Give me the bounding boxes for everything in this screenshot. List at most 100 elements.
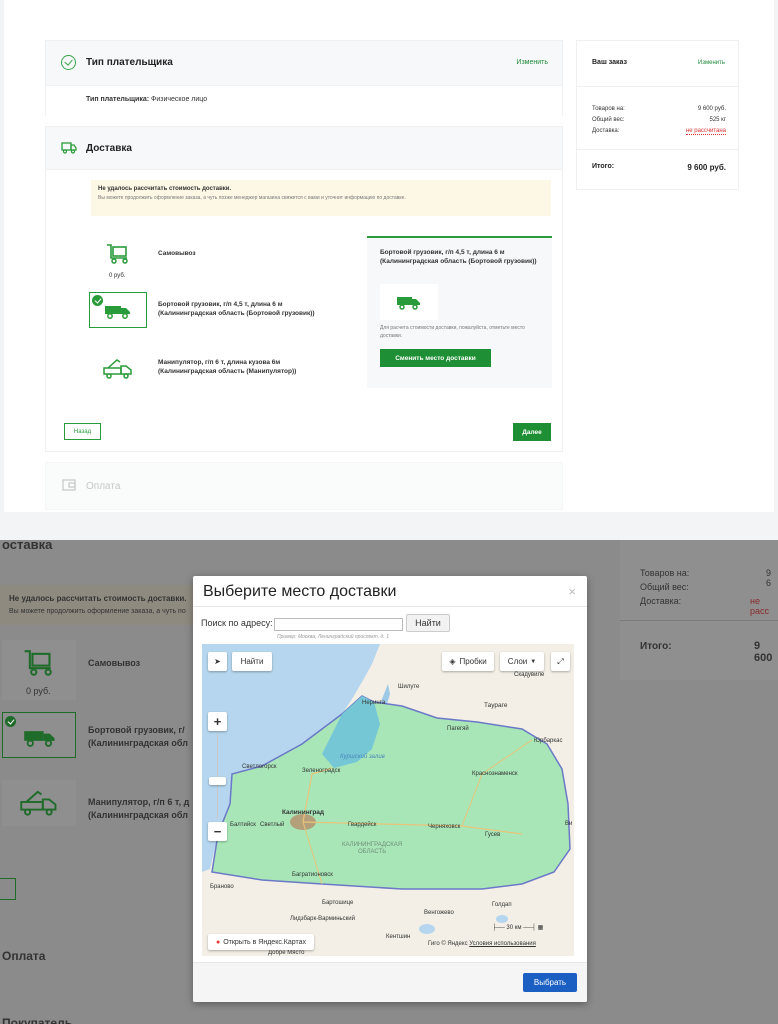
modal-footer: Выбрать bbox=[193, 962, 587, 1002]
next-button[interactable]: Далее bbox=[513, 423, 551, 441]
order-title: Ваш заказ bbox=[592, 59, 627, 66]
zoom-out-button[interactable]: − bbox=[208, 822, 227, 841]
map-copyright: Гиго © Яндекс Условия использования bbox=[428, 941, 536, 947]
bg-back-button bbox=[0, 878, 16, 900]
payer-edit-link[interactable]: Изменить bbox=[516, 59, 548, 66]
detail-truck-box bbox=[380, 284, 438, 320]
layers-label: Слои bbox=[507, 657, 528, 666]
order-row-label: Доставка: bbox=[592, 128, 620, 134]
map-pin-icon: ● bbox=[215, 938, 221, 946]
open-yandex-maps-link[interactable]: ● Открыть в Яндекс.Картах bbox=[208, 934, 314, 950]
map-find-button[interactable]: Найти bbox=[232, 652, 272, 671]
terms-link[interactable]: Условия использования bbox=[469, 941, 536, 947]
back-button[interactable]: Назад bbox=[64, 423, 101, 440]
detail-title: Бортовой грузовик, г/п 4,5 т, длина 6 м … bbox=[380, 249, 537, 265]
bg-warning: Не удалось рассчитать стоимость доставки… bbox=[0, 585, 200, 625]
order-summary-card: Ваш заказ Изменить Товаров на: 9 600 руб… bbox=[576, 40, 739, 190]
bg-order-goods-value: 9 6 bbox=[766, 568, 772, 588]
delivery-section-body: Не удалось рассчитать стоимость доставки… bbox=[45, 170, 563, 452]
map-canvas bbox=[202, 644, 571, 934]
order-row-weight: Общий вес: 525 кг bbox=[592, 117, 726, 123]
map-layers-button[interactable]: Слои ▼ bbox=[500, 652, 544, 671]
pickup-label: Самовывоз bbox=[158, 250, 196, 257]
order-total-label: Итого: bbox=[592, 163, 615, 170]
open-yandex-label: Открыть в Яндекс.Картах bbox=[223, 938, 307, 946]
traffic-light-icon: ◈ bbox=[449, 657, 456, 666]
copyright-label: Гиго © Яндекс bbox=[428, 941, 468, 947]
map-scale: ├── 30 км ──┤ ▦ bbox=[492, 924, 543, 931]
scale-bar-icon: ├── bbox=[492, 925, 507, 931]
crane-label-line1: Манипулятор, г/п 6 т, длина кузова 6м bbox=[158, 359, 281, 366]
flatbed-label-line1: Бортовой грузовик, г/п 4,5 т, длина 6 м bbox=[158, 301, 283, 308]
bg-truck-label: Бортовой грузовик, г/ (Калининградская о… bbox=[88, 724, 188, 750]
bg-order-card: Товаров на: 9 6 Общий вес: Доставка: не … bbox=[620, 540, 778, 680]
payer-section-header: Тип плательщика Изменить bbox=[45, 40, 563, 86]
zoom-slider-handle[interactable] bbox=[209, 777, 226, 785]
bg-selected-check-icon bbox=[5, 716, 16, 727]
region-label: КАЛИНИНГРАДСКАЯ ОБЛАСТЬ bbox=[342, 842, 403, 855]
address-search-button[interactable]: Найти bbox=[406, 614, 450, 632]
payer-section-title: Тип плательщика bbox=[86, 57, 173, 68]
place-label: Скадувиле bbox=[514, 672, 545, 678]
delivery-option-pickup[interactable] bbox=[89, 236, 147, 272]
chevron-down-icon: ▼ bbox=[530, 658, 537, 665]
bg-order-delivery-value: не расс bbox=[750, 596, 770, 616]
delivery-location-modal: Выберите место доставки × Поиск по адрес… bbox=[193, 576, 587, 1002]
delivery-section-title: Доставка bbox=[86, 143, 132, 154]
cart-icon bbox=[24, 650, 52, 676]
order-edit-link[interactable]: Изменить bbox=[698, 60, 725, 66]
truck-icon bbox=[24, 731, 55, 747]
payment-section-header[interactable]: Оплата bbox=[45, 462, 563, 510]
place-label: Балтийск bbox=[230, 822, 256, 828]
delivery-section-header: Доставка bbox=[45, 126, 563, 170]
payment-section-title: Оплата bbox=[86, 481, 121, 492]
yandex-map[interactable]: ➤ Найти ◈ Пробки Слои ▼ ⤢ + − Скадувиле … bbox=[202, 644, 574, 956]
water-label: Куршский залив bbox=[340, 754, 385, 760]
address-search-label: Поиск по адресу: bbox=[201, 618, 273, 628]
place-label: Шилуте bbox=[398, 684, 420, 690]
bg-pickup-label: Самовывоз bbox=[88, 658, 141, 668]
ruler-icon: ──┤ ▦ bbox=[523, 925, 544, 931]
order-row-value: не рассчитана bbox=[685, 128, 726, 135]
order-total-value: 9 600 руб. bbox=[687, 163, 726, 172]
check-circle-icon bbox=[61, 55, 76, 70]
place-label: Юрбаркас bbox=[534, 738, 563, 744]
delivery-option-crane-truck[interactable] bbox=[89, 350, 147, 386]
order-total: Итого: 9 600 руб. bbox=[592, 163, 726, 172]
place-label: Багратионовск bbox=[292, 872, 333, 878]
place-label: Светлогорск bbox=[242, 764, 277, 770]
change-location-button[interactable]: Сменить место доставки bbox=[380, 349, 491, 367]
bg-order-total-value: 9 600 bbox=[754, 640, 773, 664]
bg-crane-label: Манипулятор, г/п 6 т, д (Калининградская… bbox=[88, 796, 189, 822]
place-label: Краснознаменск bbox=[472, 771, 518, 777]
place-label: Ви bbox=[565, 821, 573, 827]
close-icon[interactable]: × bbox=[568, 584, 576, 599]
select-location-button[interactable]: Выбрать bbox=[523, 973, 577, 992]
bg-warning-title: Не удалось рассчитать стоимость доставки… bbox=[9, 594, 187, 603]
crane-truck-label: Манипулятор, г/п 6 т, длина кузова 6м (К… bbox=[158, 358, 296, 376]
wallet-icon bbox=[62, 479, 76, 491]
modal-title: Выберите место доставки bbox=[203, 583, 397, 600]
payer-type-label: Тип плательщика: bbox=[86, 96, 150, 103]
place-label: Пагегяй bbox=[447, 726, 469, 732]
payer-type-line: Тип плательщика: Физическое лицо bbox=[86, 96, 207, 103]
map-traffic-button[interactable]: ◈ Пробки bbox=[442, 652, 494, 671]
checkout-page: Тип плательщика Изменить Тип плательщика… bbox=[4, 0, 774, 512]
zoom-slider-track[interactable] bbox=[217, 733, 218, 819]
place-label: Гусев bbox=[485, 832, 501, 838]
checkout-screenshot-top: Тип плательщика Изменить Тип плательщика… bbox=[0, 0, 778, 513]
bg-order-goods-label: Товаров на: bbox=[640, 568, 690, 578]
fullscreen-icon[interactable]: ⤢ bbox=[551, 652, 570, 671]
place-label: Таураге bbox=[484, 702, 508, 709]
place-label: Калининград bbox=[282, 809, 325, 816]
bg-crane-line2: (Калининградская обл bbox=[88, 810, 188, 820]
bg-warning-text: Вы можете продолжить оформление заказа, … bbox=[9, 608, 186, 615]
zoom-in-button[interactable]: + bbox=[208, 712, 227, 731]
geolocation-icon[interactable]: ➤ bbox=[208, 652, 227, 671]
crane-truck-icon bbox=[103, 359, 132, 379]
place-label: Добре Място bbox=[268, 950, 305, 956]
scale-label: 30 км bbox=[506, 925, 522, 931]
bg-order-total-label: Итого: bbox=[640, 641, 672, 652]
bg-buyer-title: Покупатель bbox=[2, 1016, 73, 1024]
address-search-input[interactable] bbox=[274, 618, 403, 631]
